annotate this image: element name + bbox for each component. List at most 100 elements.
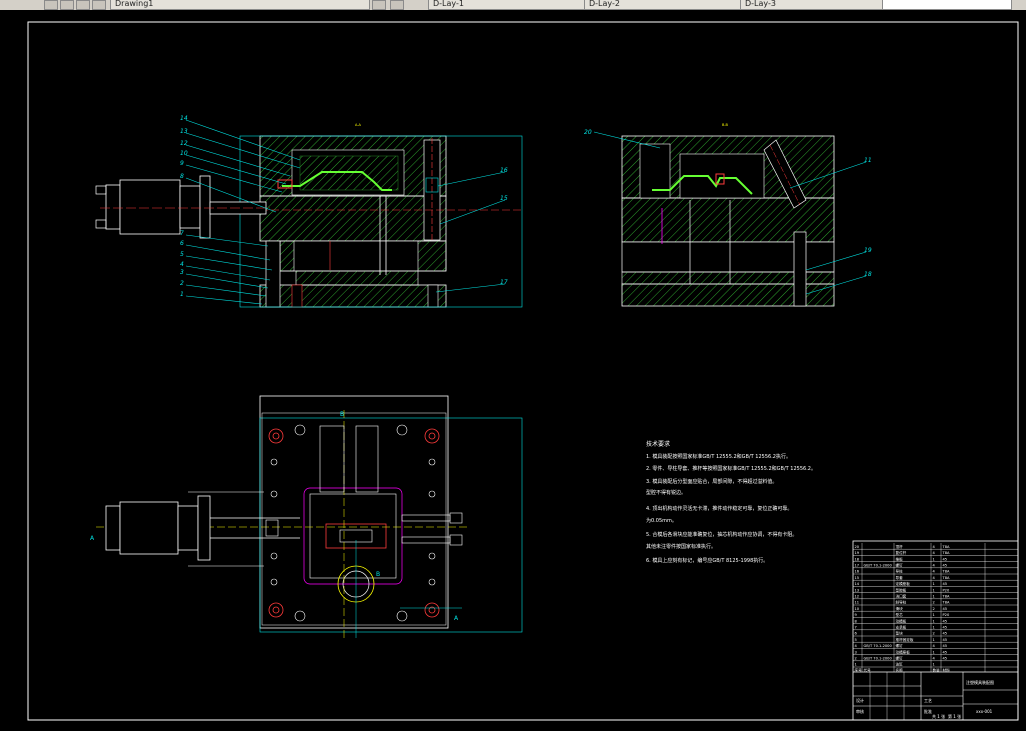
lock-icon[interactable]	[76, 0, 90, 10]
tb-label-sheets: 共 1 张	[932, 713, 945, 719]
bom-cell-no: 18	[855, 557, 860, 561]
bom-cell-name: 定模座板	[896, 581, 911, 586]
bom-cell-mat: T8A	[942, 601, 950, 605]
tech-note-7: 5. 合模后各滑块应能准确复位，抽芯机构动作应协调，不得有卡阻。	[646, 531, 797, 538]
bom-cell-mat: 45	[943, 657, 948, 661]
leader-19: 19	[864, 247, 872, 254]
pen-icon[interactable]	[372, 0, 386, 10]
bom-cell-name: 螺钉	[896, 563, 904, 568]
bom-cell-no: 3	[855, 650, 857, 654]
bom-cell-no: 16	[855, 570, 860, 574]
bom-cell-code: GB/T 70.1-2000	[864, 564, 893, 568]
bom-cell-no: 13	[855, 588, 860, 592]
bom-cell-qty: 1	[933, 595, 935, 599]
bulb-icon[interactable]	[60, 0, 74, 10]
leader-6: 6	[180, 240, 184, 247]
bom-cell-mat: T8A	[942, 545, 950, 549]
section-title-right: B-B	[722, 123, 729, 127]
color-icon[interactable]	[92, 0, 106, 10]
tech-note-9: 6. 模具上应刻有标记，编号应GB/T 8125-1998执行。	[646, 557, 768, 564]
cad-drawing: A-A 14 13 12 10 9 8 7 6 5 4 3 2 1 16 15 …	[27, 21, 1019, 721]
plan-view: A A B B	[90, 395, 523, 640]
leader-13: 13	[180, 128, 188, 135]
drawing-canvas[interactable]: A-A 14 13 12 10 9 8 7 6 5 4 3 2 1 16 15 …	[0, 10, 1026, 731]
bom-cell-name: 复位杆	[896, 550, 907, 555]
tech-note-1: 1. 模具装配按照国家标准GB/T 12555.2和GB/T 12556.2执行…	[646, 453, 791, 460]
left-section-view: A-A 14 13 12 10 9 8 7 6 5 4 3 2 1 16 15 …	[95, 115, 523, 308]
bom-cell-no: 10	[855, 607, 860, 611]
bom-cell-name: 动模座板	[896, 649, 911, 654]
bom-cell-mat: T8A	[942, 576, 950, 580]
bom-table: 20 顶杆 4 T8A19 复位杆 4 T8A18 推板 1 4517 GB/T 70.1-2000…	[853, 543, 1018, 673]
leader-14: 14	[180, 115, 188, 122]
bom-cell-name: 螺钉	[896, 656, 904, 661]
bom-cell-mat: 45	[943, 582, 948, 586]
bom-cell-name: 浇口套	[896, 594, 907, 599]
doc-tab[interactable]: Drawing1	[110, 0, 370, 10]
tech-note-4: 型腔不得有锐边。	[646, 489, 686, 496]
tech-title: 技术要求	[646, 440, 670, 448]
bom-cell-qty: 1	[933, 650, 935, 654]
bom-cell-qty: 4	[933, 564, 936, 568]
leader-10: 10	[180, 150, 188, 157]
bom-cell-name: 支承板	[896, 625, 907, 630]
tb-label-sheet: 第 1 张	[948, 713, 961, 719]
bom-cell-qty: 4	[933, 576, 936, 580]
layer-icon[interactable]	[44, 0, 58, 10]
leader-12: 12	[180, 140, 188, 147]
bom-cell-mat: 45	[943, 607, 948, 611]
leader-11: 11	[864, 157, 872, 164]
bom-cell-no: 12	[855, 595, 860, 599]
bom-cell-name: 动模板	[896, 618, 907, 623]
bom-cell-name: 垫块	[896, 631, 904, 636]
bom-cell-name: 油缸	[896, 662, 904, 667]
drawing-border	[27, 21, 1019, 721]
bom-cell-mat: 45	[943, 650, 948, 654]
bom-cell-qty: 4	[933, 545, 936, 549]
bom-cell-mat: 45	[943, 564, 948, 568]
cube-icon[interactable]	[390, 0, 404, 10]
bom-cell-name: 顶杆	[896, 544, 904, 549]
bom-cell-mat: P20	[943, 613, 950, 617]
title-block: 20 顶杆 4 T8A19 复位杆 4 T8A18 推板 1 4517 GB/T 70.1-2000…	[852, 540, 1019, 721]
tb-label-design: 设计	[856, 697, 864, 703]
bom-cell-no: 17	[855, 564, 860, 568]
bom-cell-no: 20	[855, 545, 860, 549]
layout-tab-1[interactable]: D-Lay-1	[428, 0, 588, 10]
bom-cell-no: 1	[855, 663, 857, 667]
tb-label-review: 审核	[856, 708, 864, 714]
leader-17: 17	[500, 279, 508, 286]
leader-3: 3	[180, 269, 184, 276]
bom-cell-name: 斜导柱	[896, 600, 907, 605]
plan-marker-b2: B	[376, 571, 380, 578]
layout-tab-3[interactable]: D-Lay-3	[740, 0, 886, 10]
bom-cell-no: 14	[855, 582, 860, 586]
bom-cell-qty: 2	[933, 632, 935, 636]
bom-cell-name: 滑块	[896, 606, 904, 611]
bom-cell-no: 2	[855, 657, 857, 661]
bom-cell-qty: 2	[933, 601, 935, 605]
leader-15: 15	[500, 195, 508, 202]
layout-tab-2[interactable]: D-Lay-2	[584, 0, 744, 10]
bom-cell-mat: 45	[943, 626, 948, 630]
technical-notes: 技术要求 1. 模具装配按照国家标准GB/T 12555.2和GB/T 1255…	[646, 440, 816, 564]
bom-cell-qty: 4	[933, 657, 936, 661]
bom-cell-name: 推杆固定板	[896, 637, 914, 642]
bom-cell-name: 螺钉	[896, 643, 904, 648]
section-title-left: A-A	[355, 123, 362, 127]
bom-cell-no: 8	[855, 619, 858, 623]
leader-20: 20	[584, 129, 592, 136]
bom-cell-no: 9	[855, 613, 858, 617]
bom-cell-mat: P20	[943, 588, 950, 592]
command-input[interactable]	[882, 0, 1012, 10]
bom-cell-qty: 1	[933, 557, 935, 561]
bom-cell-qty: 1	[933, 619, 935, 623]
bom-cell-qty: 1	[933, 663, 935, 667]
drawing-name: 注塑模具装配图	[966, 679, 994, 685]
bom-cell-code: GB/T 70.1-2000	[864, 644, 893, 648]
bom-cell-name: 导套	[896, 575, 904, 580]
plan-marker-a2: A	[454, 615, 459, 622]
bom-cell-name: 推板	[896, 556, 904, 561]
bom-cell-qty: 1	[933, 588, 935, 592]
bom-cell-mat: T8A	[942, 551, 950, 555]
